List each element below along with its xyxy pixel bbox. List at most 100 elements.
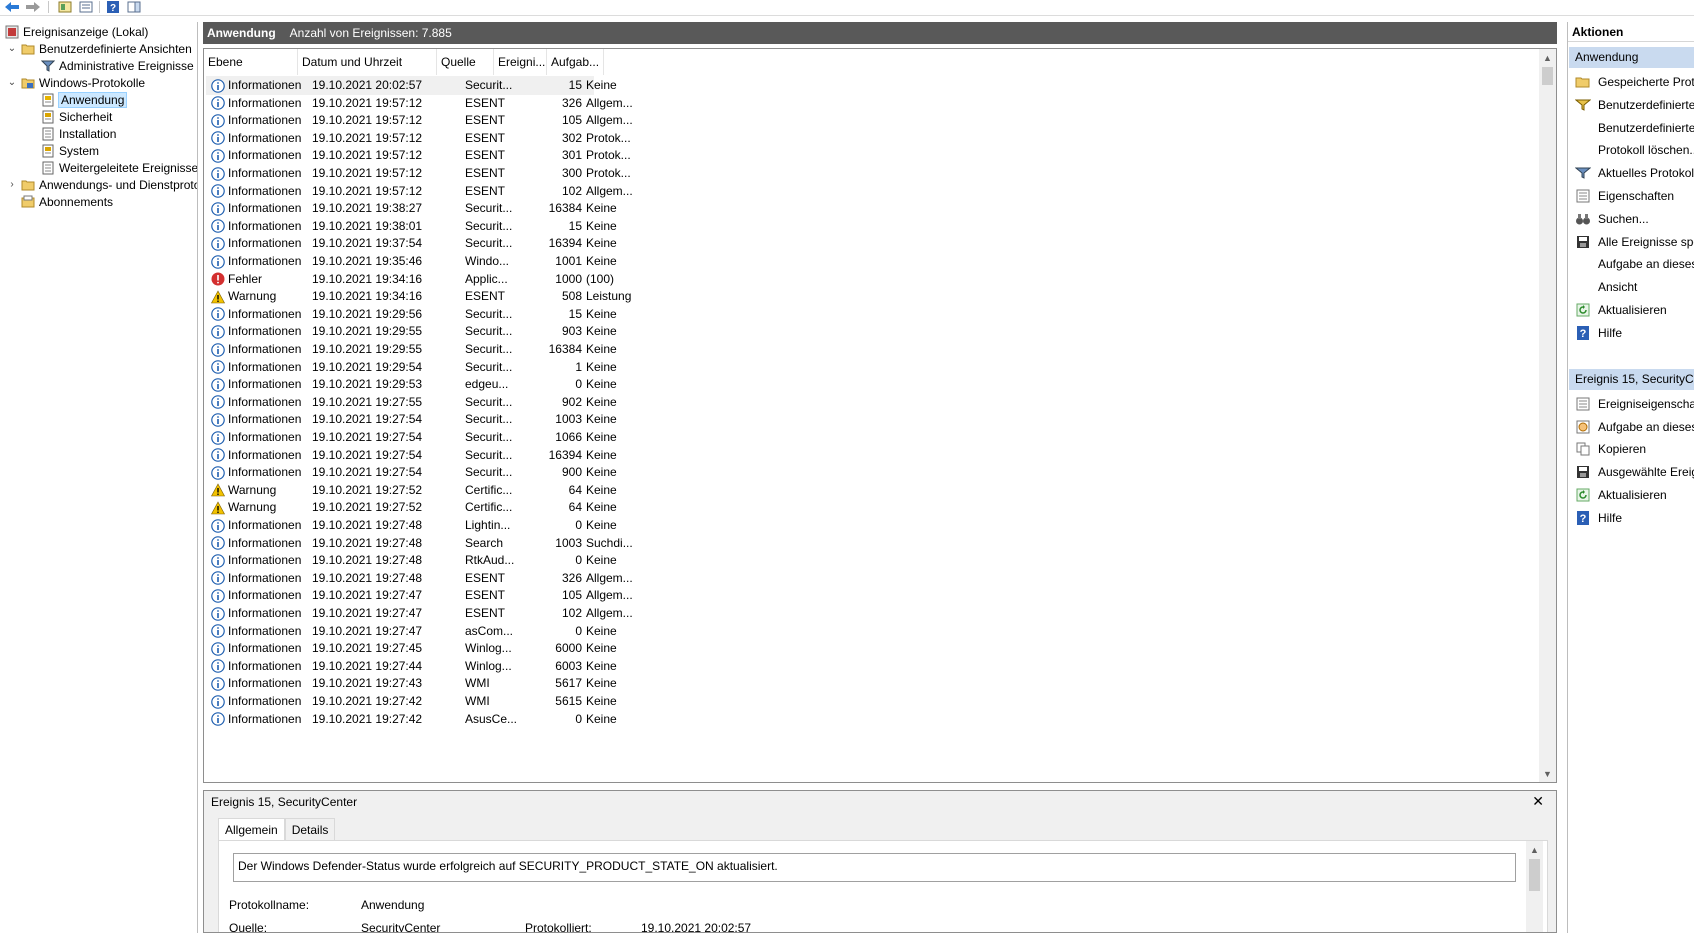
action-item[interactable]: Ausgewählte Ereignisse speichern... — [1568, 461, 1694, 483]
table-row[interactable]: Informationen 19.10.2021 19:27:47 ESENT 102… — [206, 604, 633, 623]
table-row[interactable]: Warnung 19.10.2021 19:27:52 Certific... 64 K… — [206, 481, 617, 500]
action-item[interactable]: Benutzerdefinierte Ansicht erstellen... — [1568, 94, 1694, 116]
forward-arrow-icon[interactable] — [25, 0, 41, 13]
event-source: Securit... — [465, 78, 513, 92]
tree-item-windows-logs[interactable]: ⌄ Windows-Protokolle — [6, 74, 145, 91]
table-row[interactable]: Informationen 19.10.2021 19:57:12 ESENT 301… — [206, 146, 631, 165]
action-item[interactable]: Aufgabe an dieses Ereignis anfügen... — [1568, 416, 1694, 438]
table-row[interactable]: Informationen 19.10.2021 19:27:42 AsusCe..… — [206, 710, 617, 729]
tab-details[interactable]: Details — [284, 818, 336, 840]
table-row[interactable]: Informationen 19.10.2021 19:27:47 ESENT 105… — [206, 586, 633, 605]
column-header-event-id[interactable]: Ereigni... — [494, 49, 547, 75]
table-row[interactable]: Informationen 19.10.2021 19:27:44 Winlog..… — [206, 657, 617, 676]
table-row[interactable]: Fehler 19.10.2021 19:34:16 Applic... 1000 (1… — [206, 270, 614, 289]
events-list[interactable]: Ebene Datum und Uhrzeit Quelle Ereigni..… — [203, 48, 1557, 783]
table-row[interactable]: Informationen 19.10.2021 19:27:48 RtkAud..… — [206, 551, 617, 570]
help-icon[interactable]: ? — [105, 0, 121, 13]
table-row[interactable]: Informationen 19.10.2021 19:27:48 Lightin.… — [206, 516, 617, 535]
actions-section-event[interactable]: Ereignis 15, SecurityCenter — [1569, 369, 1694, 390]
column-header-level[interactable]: Ebene — [204, 49, 298, 75]
action-item[interactable]: Alle Ereignisse speichern unter... — [1568, 231, 1694, 253]
chevron-down-icon[interactable]: ⌄ — [6, 43, 18, 55]
event-task: Allgem... — [586, 606, 633, 620]
tree-item-application[interactable]: Anwendung — [40, 91, 128, 108]
scroll-down-icon[interactable]: ▼ — [1539, 765, 1556, 782]
action-item[interactable]: ? Hilfe — [1568, 322, 1694, 344]
table-row[interactable]: Informationen 19.10.2021 19:27:54 Securit.… — [206, 463, 617, 482]
console-tree-icon[interactable] — [57, 0, 73, 13]
details-scrollbar[interactable]: ▲ — [1526, 841, 1543, 932]
table-row[interactable]: Warnung 19.10.2021 19:27:52 Certific... 64 K… — [206, 498, 617, 517]
table-row[interactable]: Informationen 19.10.2021 19:37:54 Securit.… — [206, 234, 617, 253]
action-item[interactable]: ? Hilfe — [1568, 507, 1694, 529]
column-header-source[interactable]: Quelle — [437, 49, 494, 75]
action-item[interactable]: Eigenschaften — [1568, 185, 1694, 207]
action-item[interactable]: Suchen... — [1568, 208, 1694, 230]
table-row[interactable]: Informationen 19.10.2021 19:29:55 Securit.… — [206, 340, 617, 359]
action-item[interactable]: Protokoll löschen... — [1568, 139, 1694, 161]
tree-item-system[interactable]: System — [40, 142, 99, 159]
action-pane-icon[interactable] — [126, 0, 142, 13]
tree-item-apps-services[interactable]: › Anwendungs- und Dienstprotokolle — [6, 176, 197, 193]
tree-item-forwarded[interactable]: Weitergeleitete Ereignisse — [40, 159, 197, 176]
log-icon — [40, 144, 56, 158]
action-item[interactable]: Aktuelles Protokoll filtern... — [1568, 162, 1694, 184]
action-item[interactable]: Aktualisieren — [1568, 299, 1694, 321]
tree-item-setup[interactable]: Installation — [40, 125, 116, 142]
scroll-thumb[interactable] — [1529, 859, 1540, 891]
list-scrollbar[interactable]: ▲ ▼ — [1539, 49, 1556, 782]
tree-item-custom-views[interactable]: ⌄ Benutzerdefinierte Ansichten — [6, 40, 192, 57]
action-item[interactable]: Gespeicherte Protokoll öffnen... — [1568, 71, 1694, 93]
table-row[interactable]: Informationen 19.10.2021 19:38:27 Securit.… — [206, 199, 617, 218]
table-row[interactable]: Informationen 19.10.2021 19:27:54 Securit.… — [206, 410, 617, 429]
table-row[interactable]: Informationen 19.10.2021 19:27:54 Securit.… — [206, 428, 617, 447]
table-row[interactable]: Informationen 19.10.2021 19:27:47 asCom...… — [206, 622, 617, 641]
action-item[interactable]: Ansicht — [1568, 276, 1694, 298]
back-arrow-icon[interactable] — [4, 0, 20, 13]
table-row[interactable]: Informationen 19.10.2021 19:35:46 Windo...… — [206, 252, 617, 271]
table-row[interactable]: Informationen 19.10.2021 19:38:01 Securit.… — [206, 217, 617, 236]
event-id: 102 — [561, 606, 582, 620]
table-row[interactable]: Informationen 19.10.2021 19:27:42 WMI 5615 K… — [206, 692, 617, 711]
scroll-up-icon[interactable]: ▲ — [1526, 841, 1543, 858]
tree-item-admin-events[interactable]: Administrative Ereignisse — [40, 57, 194, 74]
table-row[interactable]: Informationen 19.10.2021 20:02:57 Securit.… — [206, 76, 617, 95]
table-row[interactable]: Informationen 19.10.2021 19:57:12 ESENT 102… — [206, 182, 633, 201]
tree-item-subscriptions[interactable]: Abonnements — [20, 193, 113, 210]
action-item[interactable]: Ereigniseigenschaften — [1568, 393, 1694, 415]
tree-item-root[interactable]: Ereignisanzeige (Lokal) — [4, 23, 148, 40]
table-row[interactable]: Informationen 19.10.2021 19:27:45 Winlog..… — [206, 639, 617, 658]
table-row[interactable]: Informationen 19.10.2021 19:57:12 ESENT 302… — [206, 129, 631, 148]
table-row[interactable]: Informationen 19.10.2021 19:57:12 ESENT 300… — [206, 164, 631, 183]
tab-general[interactable]: Allgemein — [218, 818, 285, 841]
actions-section-log[interactable]: Anwendung — [1569, 47, 1694, 68]
toolbar: ? — [0, 0, 1694, 16]
chevron-right-icon[interactable]: › — [6, 179, 18, 191]
chevron-down-icon[interactable]: ⌄ — [6, 77, 18, 89]
scroll-up-icon[interactable]: ▲ — [1539, 49, 1556, 66]
table-row[interactable]: Informationen 19.10.2021 19:57:12 ESENT 326… — [206, 94, 633, 113]
action-item[interactable]: Benutzerdefinierte Ansicht importieren..… — [1568, 117, 1694, 139]
table-row[interactable]: Informationen 19.10.2021 19:29:54 Securit.… — [206, 358, 617, 377]
event-message[interactable]: Der Windows Defender-Status wurde erfolg… — [233, 853, 1516, 882]
tree-item-security[interactable]: Sicherheit — [40, 108, 112, 125]
table-row[interactable]: Informationen 19.10.2021 19:29:53 edgeu...… — [206, 375, 617, 394]
action-item[interactable]: Kopieren — [1568, 438, 1694, 460]
table-row[interactable]: Warnung 19.10.2021 19:34:16 ESENT 508 Leistu… — [206, 287, 631, 306]
table-row[interactable]: Informationen 19.10.2021 19:27:55 Securit.… — [206, 393, 617, 412]
table-row[interactable]: Informationen 19.10.2021 19:27:48 ESENT 326… — [206, 569, 633, 588]
column-header-datetime[interactable]: Datum und Uhrzeit — [298, 49, 437, 75]
scroll-thumb[interactable] — [1542, 67, 1553, 85]
action-item[interactable]: Aktualisieren — [1568, 484, 1694, 506]
event-datetime: 19.10.2021 19:37:54 — [312, 236, 423, 251]
properties-icon[interactable] — [78, 0, 94, 13]
table-row[interactable]: Informationen 19.10.2021 19:27:43 WMI 5617 K… — [206, 674, 617, 693]
table-row[interactable]: Informationen 19.10.2021 19:27:48 Search 10… — [206, 534, 633, 553]
close-icon[interactable]: ✕ — [1532, 793, 1544, 810]
table-row[interactable]: Informationen 19.10.2021 19:57:12 ESENT 105… — [206, 111, 633, 130]
action-item[interactable]: Aufgabe an dieses Protokoll anfügen... — [1568, 253, 1694, 275]
column-header-task[interactable]: Aufgab... — [547, 49, 604, 75]
table-row[interactable]: Informationen 19.10.2021 19:29:56 Securit.… — [206, 305, 617, 324]
table-row[interactable]: Informationen 19.10.2021 19:29:55 Securit.… — [206, 322, 617, 341]
table-row[interactable]: Informationen 19.10.2021 19:27:54 Securit.… — [206, 446, 617, 465]
